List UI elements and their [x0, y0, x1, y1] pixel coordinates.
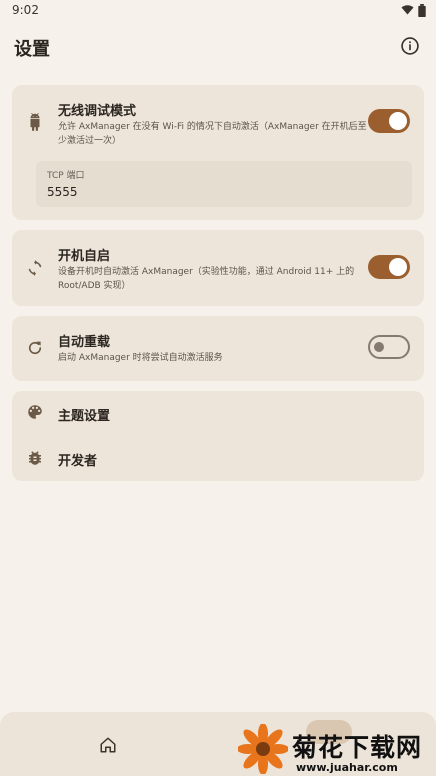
wireless-debug-row[interactable]: 无线调试模式 允许 AxManager 在没有 Wi-Fi 的情况下自动激活（A…	[12, 85, 424, 155]
wireless-debug-subtitle: 允许 AxManager 在没有 Wi-Fi 的情况下自动激活（AxManage…	[58, 122, 367, 146]
developer-item[interactable]: 开发者	[12, 436, 424, 481]
auto-reload-title: 自动重载	[58, 335, 111, 350]
app-bar: 设置	[0, 28, 436, 68]
developer-label: 开发者	[58, 454, 98, 469]
home-icon[interactable]	[99, 736, 117, 754]
wifi-icon	[401, 5, 414, 15]
theme-settings-item[interactable]: 主题设置	[12, 391, 424, 436]
refresh-icon	[28, 341, 42, 355]
switch-knob	[389, 258, 407, 276]
wireless-debug-switch[interactable]	[368, 109, 410, 133]
theme-settings-label: 主题设置	[58, 409, 111, 424]
info-icon[interactable]	[400, 36, 420, 56]
switch-knob	[389, 112, 407, 130]
watermark-url: www.juahar.com	[296, 761, 398, 774]
wireless-debug-card: 无线调试模式 允许 AxManager 在没有 Wi-Fi 的情况下自动激活（A…	[12, 85, 424, 220]
flower-logo-icon	[238, 724, 288, 774]
restart-icon	[28, 260, 42, 276]
auto-reload-row[interactable]: 自动重载 启动 AxManager 时将尝试自动激活服务	[12, 316, 424, 381]
auto-reload-card: 自动重载 启动 AxManager 时将尝试自动激活服务	[12, 316, 424, 381]
bug-icon	[29, 451, 41, 465]
auto-reload-subtitle: 启动 AxManager 时将尝试自动激活服务	[58, 353, 223, 363]
tcp-port-label: TCP 端口	[47, 171, 85, 181]
boot-start-row[interactable]: 开机自启 设备开机时自动激活 AxManager（实验性功能，通过 Androi…	[12, 230, 424, 306]
system-icons	[401, 4, 426, 17]
tcp-port-field[interactable]: TCP 端口 5555	[36, 161, 412, 207]
switch-knob	[374, 342, 384, 352]
boot-start-card: 开机自启 设备开机时自动激活 AxManager（实验性功能，通过 Androi…	[12, 230, 424, 306]
status-time: 9:02	[12, 3, 39, 17]
watermark: 菊花下载网 www.juahar.com	[236, 724, 436, 776]
battery-icon	[418, 4, 426, 17]
palette-icon	[28, 405, 42, 419]
page-title: 设置	[14, 39, 50, 60]
auto-reload-switch[interactable]	[368, 335, 410, 359]
boot-start-switch[interactable]	[368, 255, 410, 279]
menu-card: 主题设置 开发者	[12, 391, 424, 481]
status-bar: 9:02	[0, 0, 436, 22]
boot-start-title: 开机自启	[58, 249, 111, 264]
wireless-debug-title: 无线调试模式	[58, 104, 137, 119]
boot-start-subtitle: 设备开机时自动激活 AxManager（实验性功能，通过 Android 11+…	[58, 267, 355, 291]
watermark-name: 菊花下载网	[292, 733, 423, 762]
android-icon	[30, 113, 40, 131]
tcp-port-value: 5555	[47, 185, 78, 199]
